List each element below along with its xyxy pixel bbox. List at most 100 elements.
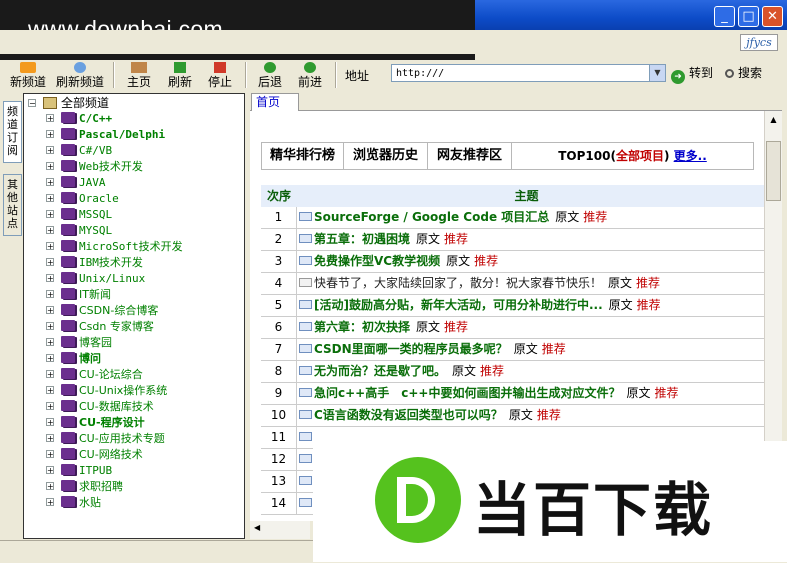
expand-icon[interactable]: +: [46, 466, 54, 475]
original-link[interactable]: 原文: [416, 320, 440, 334]
tab-channel-subscribe[interactable]: 频道订阅: [3, 101, 22, 163]
expand-icon[interactable]: +: [46, 482, 54, 491]
tree-item[interactable]: + Unix/Linux: [46, 271, 145, 287]
tree-item[interactable]: + CU-应用技术专题: [46, 431, 165, 447]
tree-item[interactable]: + C/C++: [46, 111, 112, 127]
home-button[interactable]: 主页: [124, 62, 154, 90]
back-button[interactable]: 后退: [256, 62, 284, 90]
stop-button[interactable]: 停止: [206, 62, 234, 90]
original-link[interactable]: 原文: [416, 232, 440, 246]
expand-icon[interactable]: +: [46, 434, 54, 443]
tree-item[interactable]: + Web技术开发: [46, 159, 143, 175]
tree-item[interactable]: + CU-数据库技术: [46, 399, 154, 415]
channel-tree[interactable]: − 全部频道 + C/C++ + Pascal/Delphi + C#/VB + Web技…: [23, 93, 245, 539]
tree-item[interactable]: + CU-Unix操作系统: [46, 383, 167, 399]
expand-icon[interactable]: +: [46, 194, 54, 203]
minimize-button[interactable]: _: [714, 6, 735, 27]
tree-item[interactable]: + 水贴: [46, 495, 101, 511]
expand-icon[interactable]: +: [46, 162, 54, 171]
recommend-link[interactable]: 推荐: [583, 210, 607, 224]
more-link[interactable]: 更多..: [674, 149, 707, 163]
expand-icon[interactable]: +: [46, 226, 54, 235]
address-input[interactable]: [396, 66, 646, 80]
maximize-button[interactable]: □: [738, 6, 759, 27]
tab-user-recommend[interactable]: 网友推荐区: [428, 143, 512, 169]
topic-link[interactable]: C语言函数没有返回类型也可以吗？: [314, 408, 503, 422]
expand-icon[interactable]: +: [46, 354, 54, 363]
topic-link[interactable]: 第五章：初遇困境: [314, 232, 410, 246]
forward-button[interactable]: 前进: [296, 62, 324, 90]
expand-icon[interactable]: +: [46, 210, 54, 219]
expand-icon[interactable]: +: [46, 418, 54, 427]
expand-icon[interactable]: +: [46, 306, 54, 315]
tree-item[interactable]: + MSSQL: [46, 207, 112, 223]
tree-item[interactable]: + Pascal/Delphi: [46, 127, 165, 143]
horizontal-scrollbar[interactable]: ◀: [250, 521, 310, 539]
original-link[interactable]: 原文: [452, 364, 476, 378]
original-link[interactable]: 原文: [446, 254, 470, 268]
tree-item[interactable]: + MicroSoft技术开发: [46, 239, 183, 255]
expand-icon[interactable]: +: [46, 130, 54, 139]
tab-browser-history[interactable]: 浏览器历史: [344, 143, 428, 169]
expand-icon[interactable]: +: [46, 402, 54, 411]
tree-item[interactable]: + IBM技术开发: [46, 255, 143, 271]
recommend-link[interactable]: 推荐: [654, 386, 678, 400]
go-button[interactable]: ➜ 转到: [671, 64, 713, 84]
tree-item[interactable]: + 博客园: [46, 335, 112, 351]
original-link[interactable]: 原文: [609, 298, 633, 312]
recommend-link[interactable]: 推荐: [537, 408, 561, 422]
tree-item[interactable]: + IT新闻: [46, 287, 111, 303]
original-link[interactable]: 原文: [509, 408, 533, 422]
collapse-icon[interactable]: −: [28, 99, 36, 108]
expand-icon[interactable]: +: [46, 114, 54, 123]
recommend-link[interactable]: 推荐: [474, 254, 498, 268]
topic-link[interactable]: 无为而治？还是歇了吧。: [314, 364, 446, 378]
recommend-link[interactable]: 推荐: [636, 276, 660, 290]
topic-link[interactable]: 免费操作型VC教学视频: [314, 254, 440, 268]
scroll-thumb[interactable]: [766, 141, 781, 201]
tree-item[interactable]: + 求职招聘: [46, 479, 123, 495]
expand-icon[interactable]: +: [46, 178, 54, 187]
tab-other-sites[interactable]: 其他站点: [3, 174, 22, 236]
expand-icon[interactable]: +: [46, 370, 54, 379]
tree-item[interactable]: + Oracle: [46, 191, 119, 207]
tree-item[interactable]: + MYSQL: [46, 223, 112, 239]
expand-icon[interactable]: +: [46, 274, 54, 283]
expand-icon[interactable]: +: [46, 498, 54, 507]
topic-link[interactable]: 急问c++高手 c++中要如何画图并输出生成对应文件？: [314, 386, 620, 400]
topic-link[interactable]: 第六章：初次抉择: [314, 320, 410, 334]
expand-icon[interactable]: +: [46, 290, 54, 299]
recommend-link[interactable]: 推荐: [444, 320, 468, 334]
original-link[interactable]: 原文: [608, 276, 632, 290]
tree-item[interactable]: + Csdn 专家博客: [46, 319, 154, 335]
recommend-link[interactable]: 推荐: [637, 298, 661, 312]
original-link[interactable]: 原文: [555, 210, 579, 224]
expand-icon[interactable]: +: [46, 322, 54, 331]
refresh-channel-button[interactable]: 刷新频道: [54, 62, 106, 90]
tree-item[interactable]: + CU-网络技术: [46, 447, 143, 463]
topic-link[interactable]: CSDN里面哪一类的程序员最多呢？: [314, 342, 508, 356]
topic-link[interactable]: SourceForge / Google Code 项目汇总: [314, 210, 549, 224]
expand-icon[interactable]: +: [46, 146, 54, 155]
recommend-link[interactable]: 推荐: [444, 232, 468, 246]
scroll-left-icon[interactable]: ◀: [254, 523, 260, 532]
expand-icon[interactable]: +: [46, 450, 54, 459]
recommend-link[interactable]: 推荐: [480, 364, 504, 378]
address-bar[interactable]: ▼: [391, 64, 666, 82]
tree-item[interactable]: + CSDN-综合博客: [46, 303, 158, 319]
topic-link[interactable]: [活动]鼓励高分贴，新年大活动，可用分补助进行中...: [314, 298, 603, 312]
refresh-button[interactable]: 刷新: [166, 62, 194, 90]
scroll-up-icon[interactable]: ▲: [766, 112, 781, 127]
tree-item[interactable]: + 博问: [46, 351, 101, 367]
tree-item[interactable]: + CU-论坛综合: [46, 367, 143, 383]
tree-item[interactable]: + JAVA: [46, 175, 106, 191]
topic-link[interactable]: 快春节了，大家陆续回家了，散分！祝大家春节快乐！: [314, 276, 602, 290]
search-button[interactable]: 搜索: [725, 64, 762, 82]
original-link[interactable]: 原文: [514, 342, 538, 356]
expand-icon[interactable]: +: [46, 242, 54, 251]
expand-icon[interactable]: +: [46, 258, 54, 267]
original-link[interactable]: 原文: [626, 386, 650, 400]
expand-icon[interactable]: +: [46, 338, 54, 347]
chevron-down-icon[interactable]: ▼: [649, 65, 665, 81]
tab-hot-ranking[interactable]: 精华排行榜: [262, 143, 344, 169]
